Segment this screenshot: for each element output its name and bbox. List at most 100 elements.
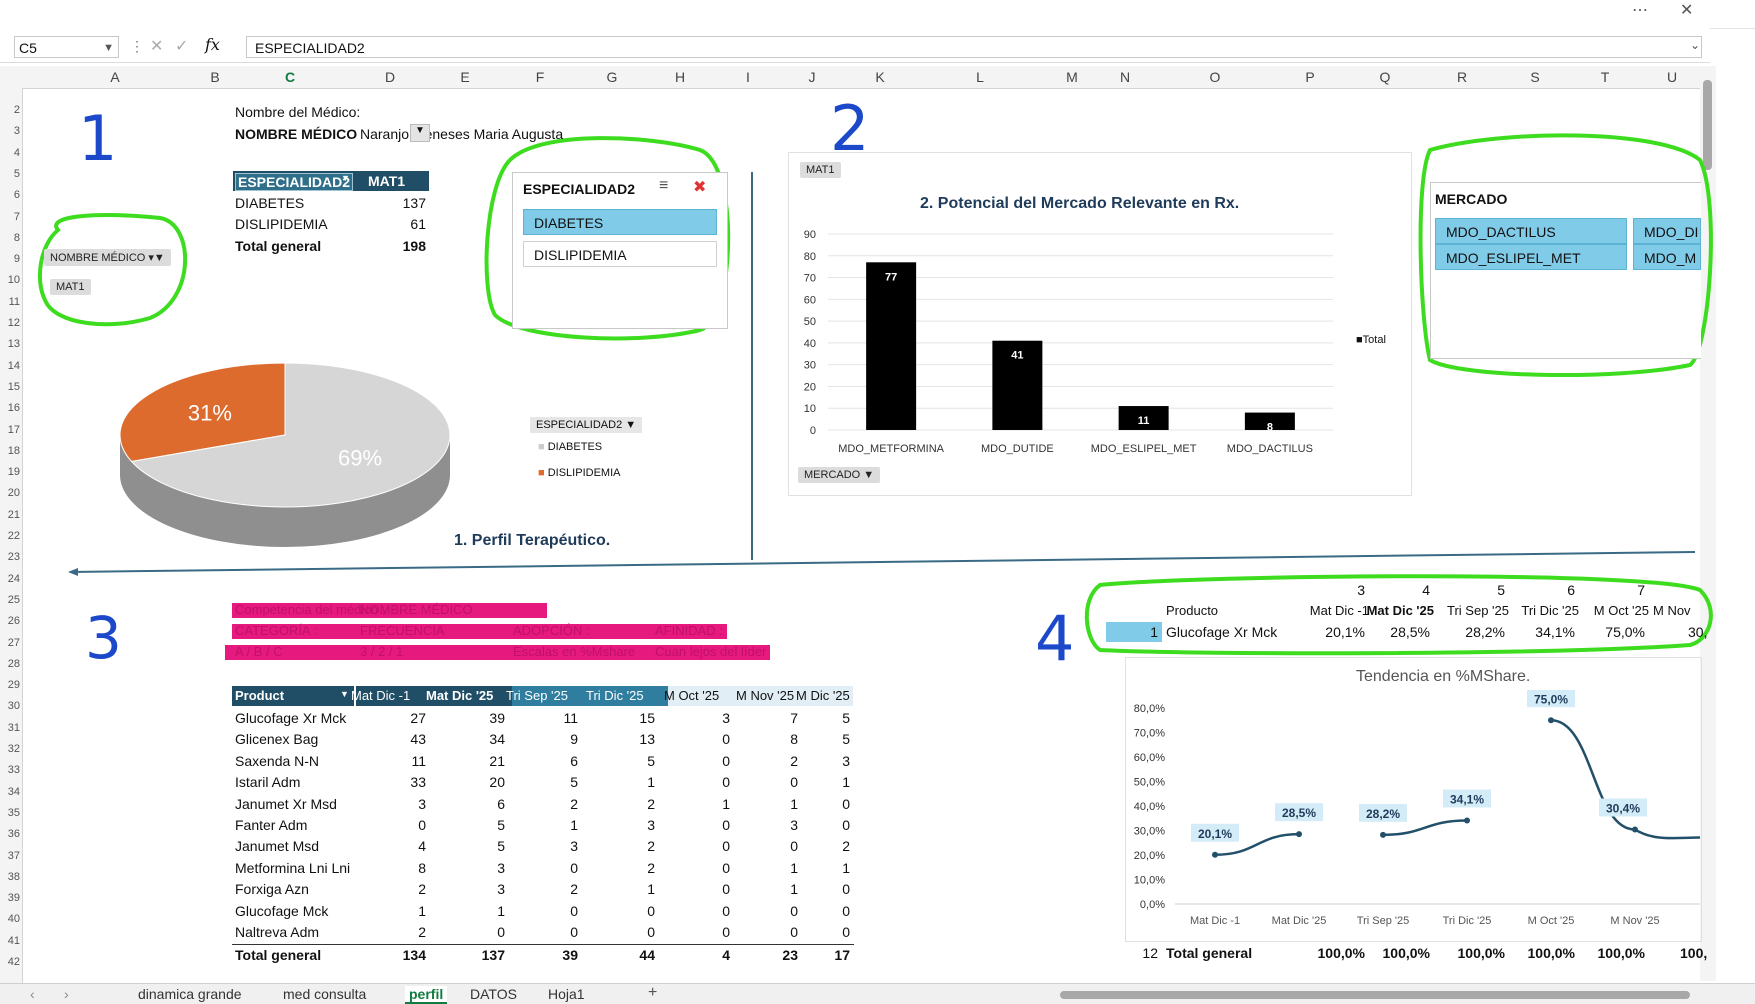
tab-datos[interactable]: DATOS [470, 986, 517, 1002]
clear-filter-icon[interactable]: ✖ [693, 177, 706, 197]
table-cell-value: 0 [722, 752, 730, 769]
table-cell-value: 11 [411, 752, 426, 769]
axis-pill[interactable]: MERCADO ▼ [798, 467, 881, 483]
s4-header: Mat Dic '25 [1366, 603, 1434, 618]
pivot-header-especialidad[interactable]: ESPECIALIDAD2 [235, 173, 354, 191]
mercado-item-m[interactable]: MDO_M [1633, 244, 1701, 270]
table-header-7: M Dic '25 [796, 688, 850, 703]
section1-title: 1. Perfil Terapéutico. [454, 532, 611, 549]
table-cell-value: 3 [647, 817, 655, 833]
mat-pill[interactable]: MAT1 [50, 279, 91, 295]
table-cell-value: 21 [489, 752, 505, 769]
table-cell-value: 1 [842, 859, 850, 876]
table-cell-product: Glucofage Xr Mck [235, 710, 347, 726]
legend-item-diabetes: ■ DIABETES [538, 441, 603, 453]
dropdown-icon[interactable]: ▼ [341, 173, 351, 183]
table-cell-value: 1 [790, 795, 798, 812]
pie-chart[interactable]: 31% 69% [110, 345, 460, 555]
col-number: 5 [1497, 582, 1505, 598]
multi-select-icon[interactable]: ≡ [659, 177, 668, 195]
table-cell-value: 0 [842, 902, 850, 919]
mercado-item-dactilus[interactable]: MDO_DACTILUS [1435, 218, 1627, 244]
table-cell-product: Naltreva Adm [235, 924, 320, 940]
line-chart-title: Tendencia en %MShare. [1356, 668, 1531, 685]
table-header-3: Tri Sep '25 [506, 688, 568, 703]
legend-filter[interactable]: ESPECIALIDAD2 ▼ [530, 417, 643, 433]
table-cell-product: Janumet Msd [235, 838, 320, 855]
table-cell-value: 5 [647, 752, 655, 769]
slicer-title: ESPECIALIDAD2 [523, 181, 636, 197]
tab-dinamica-grande[interactable]: dinamica grande [138, 986, 242, 1002]
tab-next-icon[interactable]: › [64, 986, 69, 1002]
table-cell-value: 1 [722, 795, 730, 812]
series-line [1382, 819, 1468, 837]
table-cell-value: 0 [647, 924, 655, 940]
table-cell-value: 27 [410, 710, 426, 726]
magenta-text: FRECUENCIA [360, 623, 445, 638]
table-cell-value: 39 [489, 710, 505, 726]
table-cell-value: 1 [647, 774, 655, 791]
add-sheet-icon[interactable]: + [648, 984, 657, 1002]
col-number: 6 [1567, 582, 1575, 598]
magenta-text: ADOPCIÓN : [513, 623, 590, 638]
table-cell-value: 2 [570, 881, 578, 898]
slicer-item-diabetes[interactable]: DIABETES [523, 209, 717, 235]
x-category-label: MDO_METFORMINA [838, 443, 944, 455]
s4-total-value: 100, [1680, 945, 1708, 961]
table-cell-value: 1 [790, 859, 798, 876]
table-cell-value: 3 [570, 838, 578, 855]
table-header-4: Tri Dic '25 [586, 688, 644, 703]
filter-pill[interactable]: NOMBRE MÉDICO ▾▼ [44, 249, 171, 266]
y-tick-label: 90 [804, 229, 816, 241]
data-point [1464, 817, 1470, 824]
dropdown-icon: ▼ [625, 419, 637, 431]
x-category-label: Tri Sep '25 [1357, 915, 1409, 927]
y-tick-label: 20 [804, 381, 816, 393]
field-pill[interactable]: MAT1 [800, 162, 841, 178]
medico-value[interactable]: Naranjo Meneses Maria Augusta [360, 126, 563, 142]
table-cell-value: 0 [790, 924, 798, 940]
tab-perfil[interactable]: perfil [405, 986, 448, 1004]
table-cell-value: 5 [842, 710, 850, 726]
data-label: 28,2% [1366, 807, 1400, 821]
filter-icon[interactable]: ▼ [410, 124, 430, 142]
table-cell-value: 6 [570, 752, 578, 769]
x-category-label: Tri Dic '25 [1443, 915, 1492, 927]
y-tick-label: 10,0% [1134, 875, 1165, 887]
table-cell-value: 0 [722, 902, 730, 919]
data-point [1632, 826, 1638, 833]
mercado-item-di[interactable]: MDO_DI [1633, 218, 1701, 244]
col-number: 4 [1422, 582, 1430, 598]
magenta-text: CATEGORÍA : [235, 623, 318, 638]
tab-hoja1[interactable]: Hoja1 [548, 986, 585, 1002]
x-category-label: MDO_ESLIPEL_MET [1091, 443, 1197, 455]
total-rule [232, 944, 854, 946]
table-cell-product: Istaril Adm [235, 774, 301, 791]
table-cell-value: 5 [497, 838, 505, 855]
s4-total-index: 12 [1142, 945, 1158, 961]
s4-row-index: 1 [1150, 624, 1158, 640]
table-header-6: M Nov '25 [736, 688, 795, 703]
x-category-label: Mat Dic '25 [1272, 915, 1327, 927]
y-tick-label: 10 [804, 403, 816, 415]
dropdown-icon: ▼ [863, 469, 875, 481]
table-cell-value: 0 [722, 774, 730, 791]
bar [866, 262, 917, 430]
tab-med-consulta[interactable]: med consulta [283, 986, 366, 1002]
table-cell-product: Glicenex Bag [235, 731, 319, 748]
tab-prev-icon[interactable]: ‹ [30, 986, 35, 1002]
col-number: 3 [1357, 582, 1365, 598]
slicer-item-dislipidemia[interactable]: DISLIPIDEMIA [523, 241, 717, 267]
mercado-slicer: MERCADO MDO_DACTILUS MDO_DI MDO_ESLIPEL_… [1430, 182, 1701, 359]
table-cell-value: 5 [842, 731, 850, 748]
pivot-header: ESPECIALIDAD2 ▼ MAT1 [233, 171, 429, 191]
mercado-item-eslipel[interactable]: MDO_ESLIPEL_MET [1435, 244, 1627, 270]
horizontal-scrollbar[interactable] [1060, 991, 1690, 999]
data-point [1296, 831, 1302, 838]
table-cell-value: 0 [570, 924, 578, 940]
dropdown-icon[interactable]: ▼ [340, 689, 349, 699]
table-header-0[interactable]: Product [235, 688, 284, 703]
table-cell-value: 1 [647, 881, 655, 898]
pivot-total-value: 198 [402, 238, 426, 254]
s4-row-value: 28,2% [1465, 624, 1505, 640]
